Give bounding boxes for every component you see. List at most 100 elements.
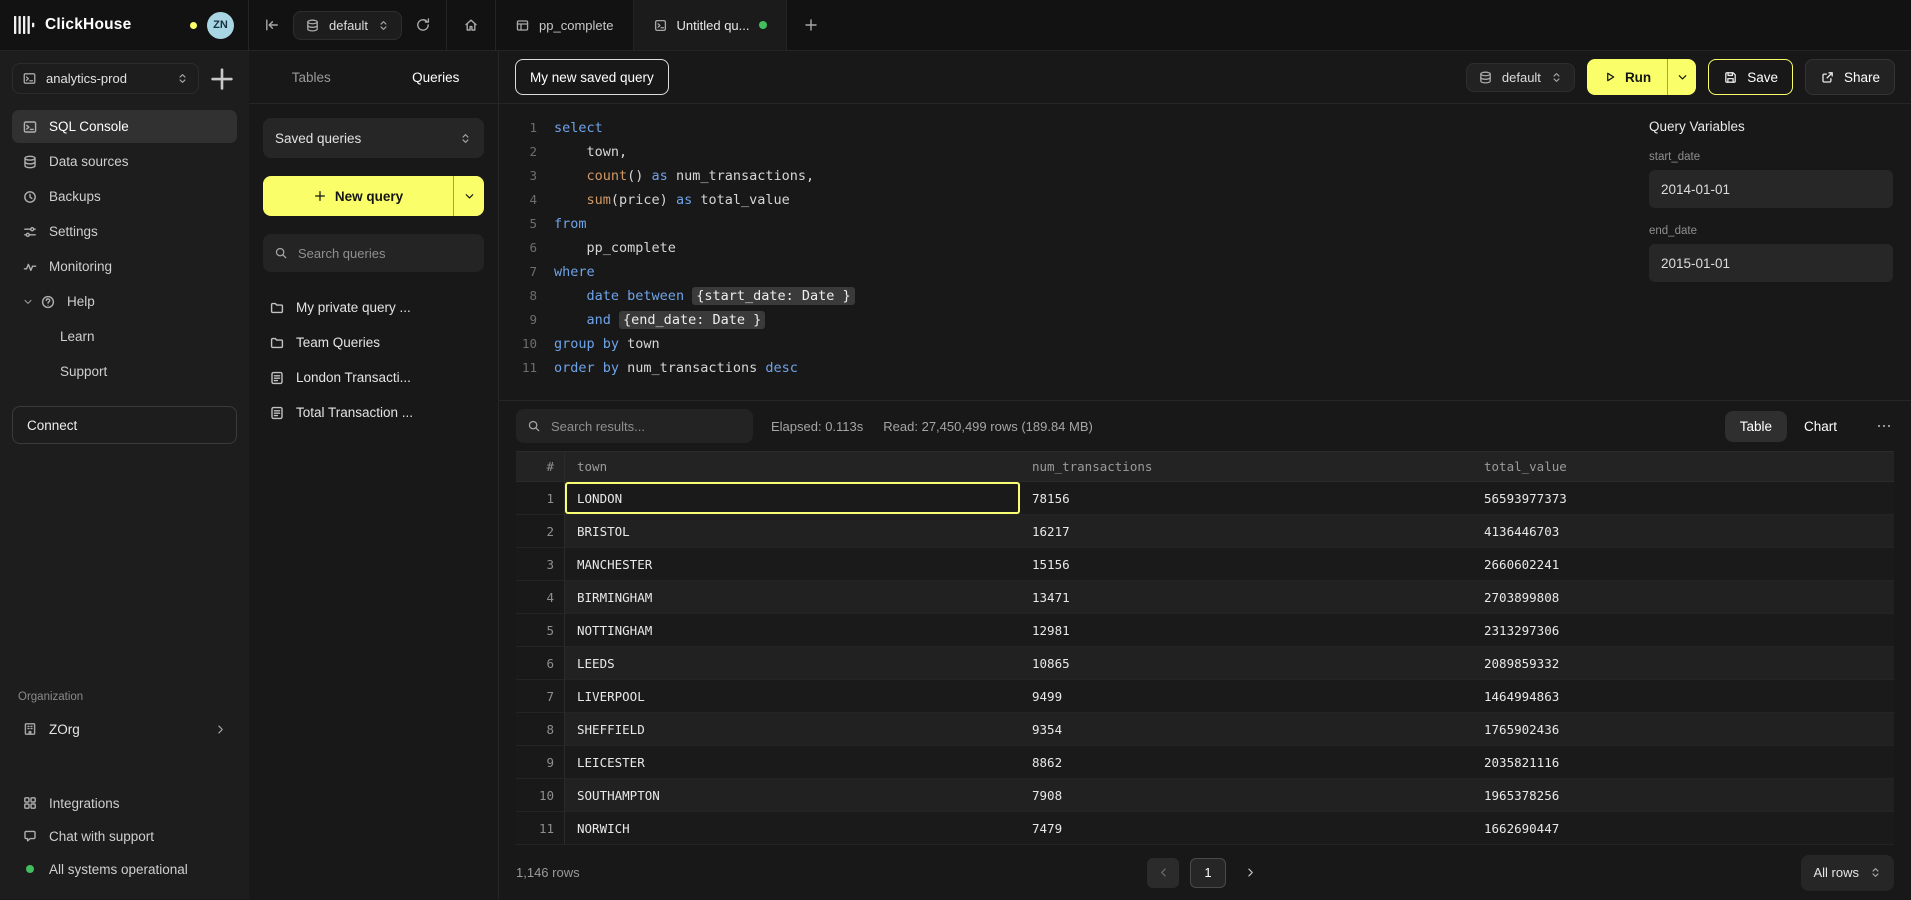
table-cell[interactable]: 1464994863 xyxy=(1472,680,1894,712)
new-query-button[interactable]: New query xyxy=(263,176,453,216)
connect-button[interactable]: Connect xyxy=(12,406,237,444)
table-cell[interactable]: 78156 xyxy=(1020,482,1472,514)
home-button[interactable] xyxy=(447,0,496,50)
table-cell[interactable]: 9 xyxy=(516,746,565,778)
database-selector[interactable]: default xyxy=(293,11,402,40)
results-menu-icon[interactable] xyxy=(1876,418,1892,434)
saved-queries-select[interactable]: Saved queries xyxy=(263,118,484,158)
code-line[interactable]: 6 pp_complete xyxy=(499,236,1631,260)
sidebar-item-settings[interactable]: Settings xyxy=(12,215,237,248)
code-line[interactable]: 11order by num_transactions desc xyxy=(499,356,1631,380)
column-header-town[interactable]: town xyxy=(565,452,1020,481)
table-cell[interactable]: 9354 xyxy=(1020,713,1472,745)
table-cell[interactable]: NORWICH xyxy=(565,812,1020,844)
run-dropdown-button[interactable] xyxy=(1667,59,1696,95)
collapse-panel-icon[interactable] xyxy=(264,17,280,33)
sidebar-item-support[interactable]: Support xyxy=(12,355,237,388)
table-cell[interactable]: LONDON xyxy=(565,482,1020,514)
table-cell[interactable]: 5 xyxy=(516,614,565,646)
sidebar-item-monitoring[interactable]: Monitoring xyxy=(12,250,237,283)
editor-tab-pp-complete[interactable]: pp_complete xyxy=(496,0,633,50)
table-cell[interactable]: 2660602241 xyxy=(1472,548,1894,580)
page-size-select[interactable]: All rows xyxy=(1801,855,1894,891)
table-cell[interactable]: 1662690447 xyxy=(1472,812,1894,844)
new-tab-button[interactable] xyxy=(787,0,835,50)
table-cell[interactable]: 2703899808 xyxy=(1472,581,1894,613)
sidebar-item-sql-console[interactable]: SQL Console xyxy=(12,110,237,143)
run-database-selector[interactable]: default xyxy=(1466,63,1575,92)
table-cell[interactable]: 1965378256 xyxy=(1472,779,1894,811)
organization-item[interactable]: ZOrg xyxy=(12,711,237,747)
table-cell[interactable]: BRISTOL xyxy=(565,515,1020,547)
saved-query-item-london-transacti[interactable]: London Transacti... xyxy=(263,362,484,393)
code-line[interactable]: 1select xyxy=(499,116,1631,140)
code-line[interactable]: 3 count() as num_transactions, xyxy=(499,164,1631,188)
view-button-chart[interactable]: Chart xyxy=(1789,411,1852,442)
table-cell[interactable]: SHEFFIELD xyxy=(565,713,1020,745)
code-line[interactable]: 5from xyxy=(499,212,1631,236)
tab-queries[interactable]: Queries xyxy=(374,51,499,103)
code-line[interactable]: 9 and {end_date: Date } xyxy=(499,308,1631,332)
table-cell[interactable]: SOUTHAMPTON xyxy=(565,779,1020,811)
table-cell[interactable]: 6 xyxy=(516,647,565,679)
table-cell[interactable]: LEEDS xyxy=(565,647,1020,679)
run-button[interactable]: Run xyxy=(1587,59,1667,95)
sidebar-item-learn[interactable]: Learn xyxy=(12,320,237,353)
sidebar-item-help[interactable]: Help xyxy=(12,285,237,318)
table-cell[interactable]: 4 xyxy=(516,581,565,613)
active-query-tab[interactable]: My new saved query xyxy=(515,59,669,95)
code-line[interactable]: 10group by town xyxy=(499,332,1631,356)
table-cell[interactable]: 8862 xyxy=(1020,746,1472,778)
table-cell[interactable]: BIRMINGHAM xyxy=(565,581,1020,613)
sidebar-item-backups[interactable]: Backups xyxy=(12,180,237,213)
saved-query-item-my-private-query[interactable]: My private query ... xyxy=(263,292,484,323)
sidebar-item-data-sources[interactable]: Data sources xyxy=(12,145,237,178)
share-button[interactable]: Share xyxy=(1805,59,1895,95)
code-line[interactable]: 4 sum(price) as total_value xyxy=(499,188,1631,212)
new-query-dropdown-button[interactable] xyxy=(453,176,484,216)
variable-input-start-date[interactable] xyxy=(1649,170,1893,208)
table-cell[interactable]: NOTTINGHAM xyxy=(565,614,1020,646)
previous-page-button[interactable] xyxy=(1147,858,1179,888)
sidebar-footer-item-chat-with-support[interactable]: Chat with support xyxy=(12,822,237,850)
code-line[interactable]: 2 town, xyxy=(499,140,1631,164)
refresh-icon[interactable] xyxy=(415,17,431,33)
saved-query-item-team-queries[interactable]: Team Queries xyxy=(263,327,484,358)
code-line[interactable]: 8 date between {start_date: Date } xyxy=(499,284,1631,308)
add-service-button[interactable] xyxy=(207,64,237,94)
workspace-selector[interactable]: analytics-prod xyxy=(12,63,199,94)
search-queries-input[interactable] xyxy=(296,245,473,262)
table-cell[interactable]: LIVERPOOL xyxy=(565,680,1020,712)
table-cell[interactable]: 9499 xyxy=(1020,680,1472,712)
saved-query-item-total-transaction[interactable]: Total Transaction ... xyxy=(263,397,484,428)
table-cell[interactable]: 10865 xyxy=(1020,647,1472,679)
sidebar-footer-item-integrations[interactable]: Integrations xyxy=(12,789,237,817)
sidebar-footer-item-all-systems-operational[interactable]: All systems operational xyxy=(12,855,237,883)
table-cell[interactable]: 10 xyxy=(516,779,565,811)
table-cell[interactable]: 11 xyxy=(516,812,565,844)
code-line[interactable]: 7where xyxy=(499,260,1631,284)
avatar[interactable]: ZN xyxy=(207,12,234,39)
next-page-button[interactable] xyxy=(1237,866,1263,879)
table-cell[interactable]: 2035821116 xyxy=(1472,746,1894,778)
notification-dot[interactable] xyxy=(190,22,197,29)
table-cell[interactable]: 15156 xyxy=(1020,548,1472,580)
table-cell[interactable]: MANCHESTER xyxy=(565,548,1020,580)
table-cell[interactable]: 7908 xyxy=(1020,779,1472,811)
table-cell[interactable]: LEICESTER xyxy=(565,746,1020,778)
table-cell[interactable]: 2313297306 xyxy=(1472,614,1894,646)
table-cell[interactable]: 7479 xyxy=(1020,812,1472,844)
column-header-row-number[interactable]: # xyxy=(516,452,565,481)
table-cell[interactable]: 2 xyxy=(516,515,565,547)
table-cell[interactable]: 12981 xyxy=(1020,614,1472,646)
tab-tables[interactable]: Tables xyxy=(249,51,374,103)
sql-editor[interactable]: 1select2 town,3 count() as num_transacti… xyxy=(499,104,1631,400)
editor-tab-untitled-qu[interactable]: Untitled qu... xyxy=(634,0,787,50)
table-cell[interactable]: 4136446703 xyxy=(1472,515,1894,547)
table-cell[interactable]: 56593977373 xyxy=(1472,482,1894,514)
search-results-input[interactable] xyxy=(549,418,742,435)
save-button[interactable]: Save xyxy=(1708,59,1793,95)
column-header-total-value[interactable]: total_value xyxy=(1472,452,1894,481)
column-header-num-transactions[interactable]: num_transactions xyxy=(1020,452,1472,481)
view-button-table[interactable]: Table xyxy=(1725,411,1787,442)
